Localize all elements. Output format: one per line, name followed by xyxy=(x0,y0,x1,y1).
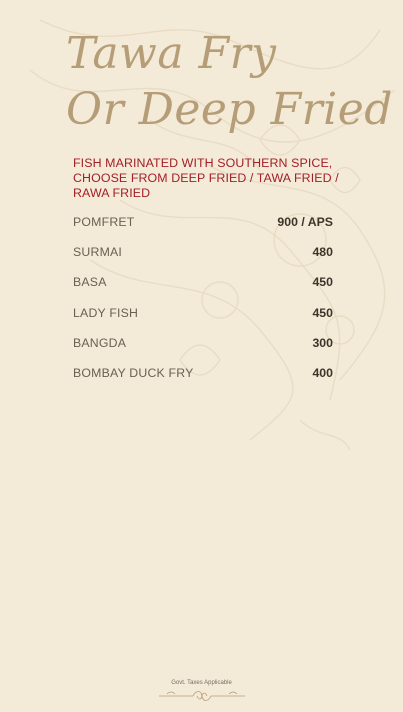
menu-item-price: 480 xyxy=(312,245,333,260)
menu-item-name: BANGDA xyxy=(73,335,127,350)
menu-item: LADY FISH 450 xyxy=(73,306,333,336)
menu-item-name: SURMAI xyxy=(73,245,123,260)
section-description: FISH MARINATED WITH SOUTHERN SPICE, CHOO… xyxy=(73,156,339,200)
menu-item-name: LADY FISH xyxy=(73,305,139,320)
menu-item-price: 450 xyxy=(312,305,333,320)
menu-item: BASA 450 xyxy=(73,275,333,305)
footer-flourish-icon xyxy=(159,691,245,701)
menu-item: POMFRET 900 / APS xyxy=(73,215,333,245)
menu-item-price: 300 xyxy=(312,335,333,350)
menu-list: POMFRET 900 / APS SURMAI 480 BASA 450 LA… xyxy=(73,215,333,396)
taxes-note: Govt. Taxes Applicable xyxy=(171,680,232,686)
menu-item-price: 400 xyxy=(312,365,333,380)
menu-item-name: POMFRET xyxy=(73,215,135,229)
menu-item-price: 900 / APS xyxy=(277,215,333,229)
menu-item: SURMAI 480 xyxy=(73,245,333,275)
page-title-line-1: Tawa Fry xyxy=(66,28,277,79)
menu-item-name: BASA xyxy=(73,275,107,290)
menu-item-name: BOMBAY DUCK FRY xyxy=(73,365,194,380)
menu-item: BANGDA 300 xyxy=(73,336,333,366)
page-title-line-2: Or Deep Fried xyxy=(66,84,393,135)
menu-item: BOMBAY DUCK FRY 400 xyxy=(73,366,333,396)
menu-item-price: 450 xyxy=(312,275,333,290)
